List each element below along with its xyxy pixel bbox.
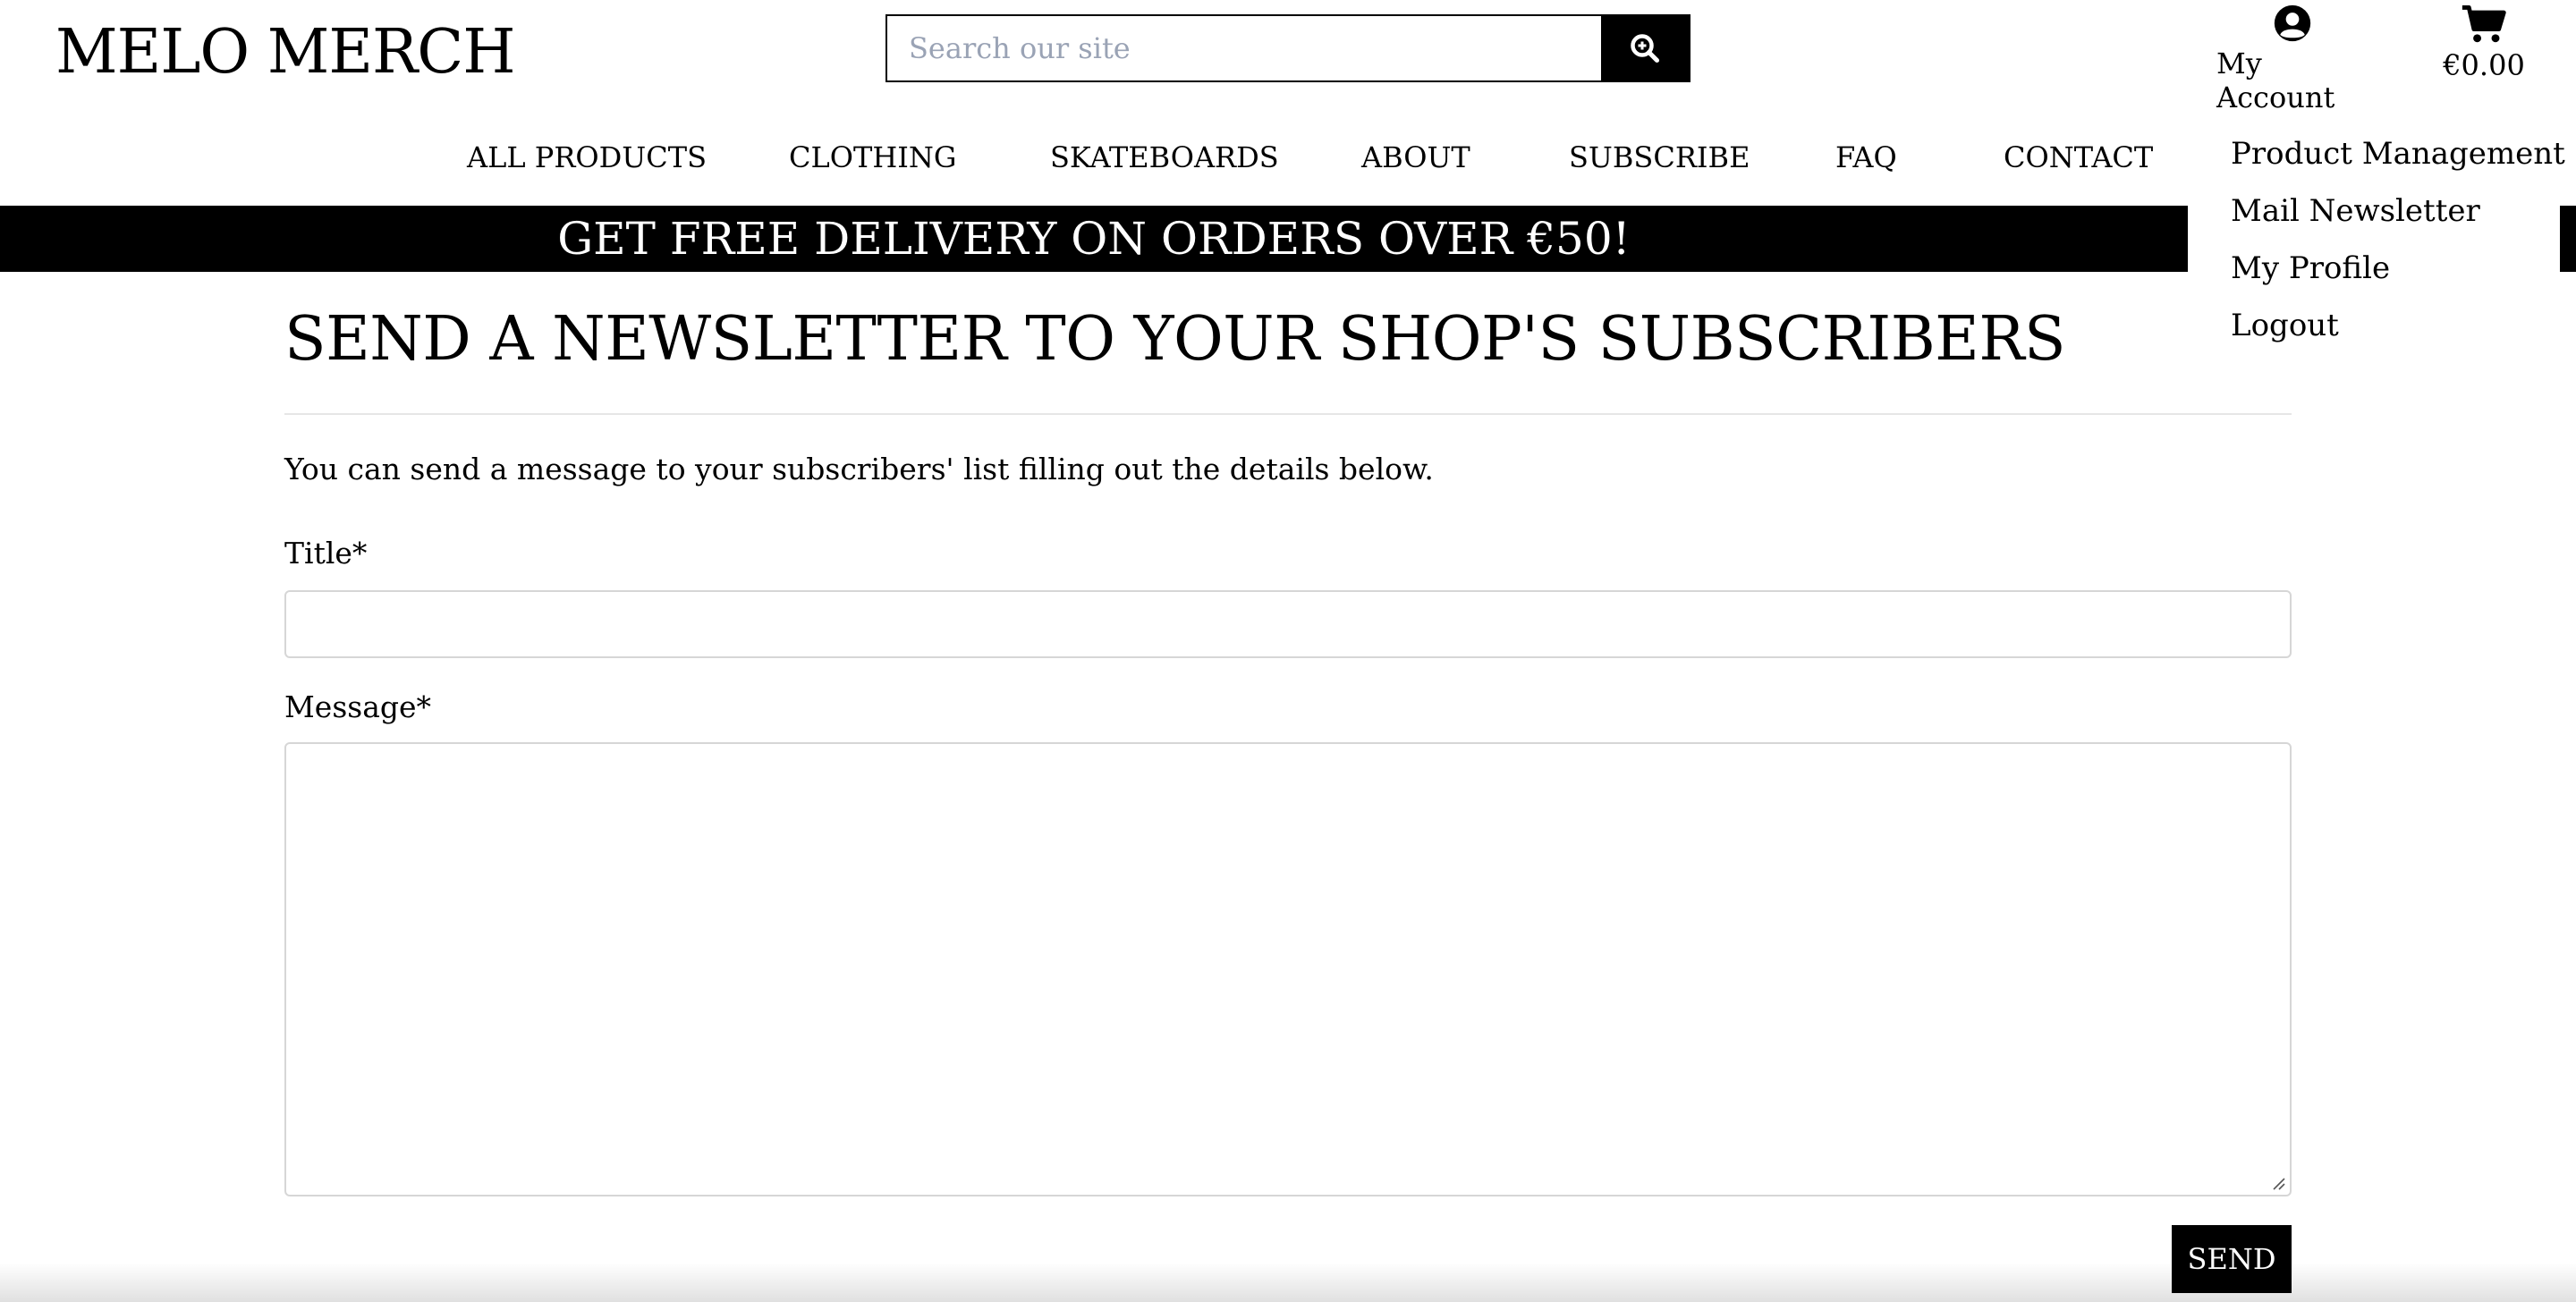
promo-banner: GET FREE DELIVERY ON ORDERS OVER €50! [0,206,2188,272]
nav-contact[interactable]: CONTACT [2004,134,2153,181]
search-button[interactable] [1601,16,1689,80]
message-label: Message* [284,689,432,724]
intro-text: You can send a message to your subscribe… [284,452,1434,486]
menu-item-product-management[interactable]: Product Management [2231,125,2565,182]
cart-link[interactable]: €0.00 [2435,4,2533,82]
title-input[interactable] [284,590,2292,658]
menu-item-my-profile[interactable]: My Profile [2231,240,2560,297]
nav-faq[interactable]: FAQ [1835,134,1897,181]
newsletter-form-section: SEND A NEWSLETTER TO YOUR SHOP'S SUBSCRI… [284,295,2292,1196]
divider [284,413,2292,415]
message-textarea[interactable] [284,742,2292,1196]
page-title: SEND A NEWSLETTER TO YOUR SHOP'S SUBSCRI… [284,304,2066,375]
nav-about[interactable]: ABOUT [1361,134,1470,181]
user-circle-icon [2274,4,2311,42]
nav-skateboards[interactable]: SKATEBOARDS [1050,134,1279,181]
nav-subscribe[interactable]: SUBSCRIBE [1569,134,1750,181]
promo-banner-text: GET FREE DELIVERY ON ORDERS OVER €50! [557,213,1631,265]
brand-logo[interactable]: MELO MERCH [55,16,516,89]
nav-all-products[interactable]: ALL PRODUCTS [467,134,707,181]
resize-handle-icon[interactable] [2270,1175,2286,1191]
search-input[interactable] [887,16,1601,80]
nav-clothing[interactable]: CLOTHING [789,134,956,181]
title-label: Title* [284,536,368,571]
page: MELO MERCH My Account €0.00 [0,0,2576,1302]
my-account-link[interactable]: My Account [2216,4,2368,114]
main-nav: ALL PRODUCTS CLOTHING SKATEBOARDS ABOUT … [0,134,2200,181]
menu-item-mail-newsletter[interactable]: Mail Newsletter [2231,182,2560,240]
cart-total: €0.00 [2443,48,2525,82]
send-button[interactable]: SEND [2172,1225,2292,1293]
search-form [886,14,1690,82]
search-zoom-icon [1631,34,1660,63]
my-account-label: My Account [2216,46,2335,114]
shopping-cart-icon [2462,5,2506,43]
